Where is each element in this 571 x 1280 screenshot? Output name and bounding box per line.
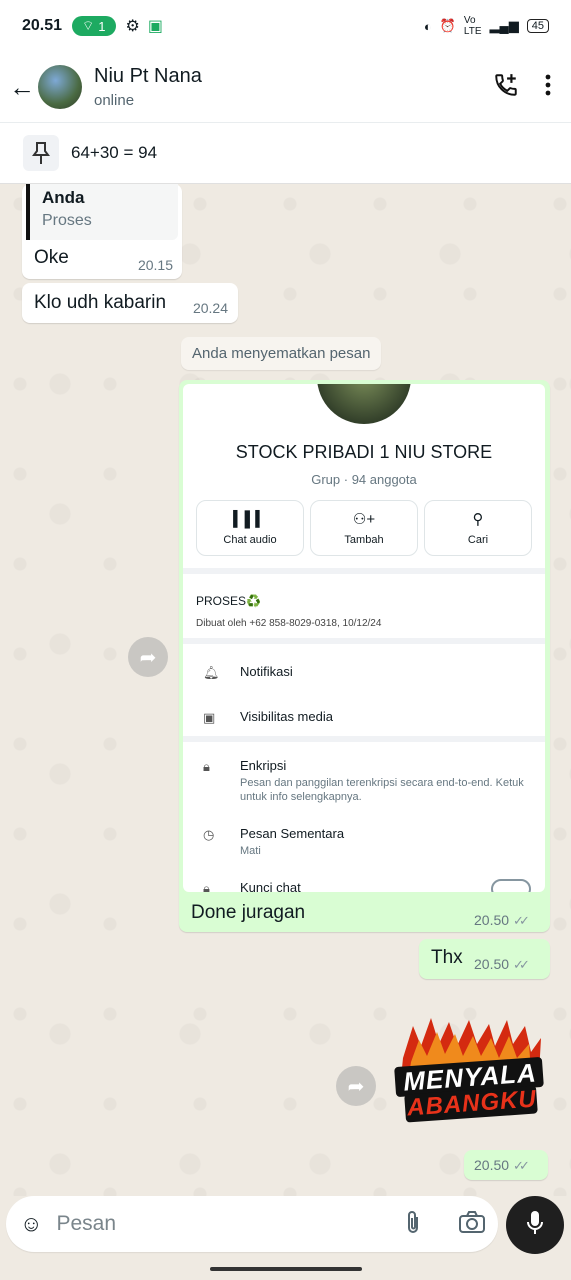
message-time: 20.50 ✓✓ bbox=[474, 912, 530, 929]
row-sublabel: Mati bbox=[240, 845, 261, 857]
row-label: Kunci chat bbox=[240, 880, 301, 892]
time-text: 20.50 bbox=[474, 912, 510, 928]
media-visibility-row: ▣ Visibilitas media bbox=[203, 709, 333, 726]
action-label: Chat audio bbox=[223, 534, 277, 546]
contact-presence: online bbox=[94, 92, 135, 109]
back-arrow-icon[interactable]: ← bbox=[2, 72, 42, 103]
message-text: Klo udh kabarin bbox=[34, 292, 167, 313]
message-time: 20.50 ✓✓ bbox=[474, 1157, 530, 1174]
more-options-icon[interactable] bbox=[545, 74, 551, 101]
row-label: Visibilitas media bbox=[240, 709, 333, 724]
alarm-icon: ⏰ bbox=[439, 18, 456, 33]
contact-avatar[interactable] bbox=[38, 65, 82, 109]
lock-icon: 🔒︎ bbox=[203, 759, 210, 774]
group-name: STOCK PRIBADI 1 NIU STORE bbox=[235, 442, 493, 462]
message-text: Oke bbox=[34, 247, 69, 268]
forward-icon[interactable]: ➦ bbox=[336, 1066, 376, 1106]
message-klo[interactable]: Klo udh kabarin 20.24 bbox=[22, 283, 238, 323]
message-time: 20.24 bbox=[192, 300, 228, 316]
divider bbox=[183, 638, 545, 644]
status-bar: 20.51 ⌔ 1 ⚙ ▣ ◐ ⏰ Vo LTE ▂▄▆ 45 bbox=[0, 0, 571, 52]
pinned-text: 64+30 = 94 bbox=[71, 143, 158, 162]
group-actions: ▍▌▍ Chat audio ⚇+ Tambah ⚲ Cari bbox=[196, 500, 532, 556]
search-action: ⚲ Cari bbox=[424, 500, 532, 556]
message-time: 20.15 bbox=[137, 257, 173, 273]
image-icon: ▣ bbox=[203, 710, 216, 725]
row-sublabel: Pesan dan panggilan terenkripsi secara e… bbox=[240, 777, 524, 803]
reply-quote-text: Proses bbox=[42, 212, 92, 229]
row-label: Pesan Sementara bbox=[240, 826, 345, 841]
home-indicator[interactable] bbox=[210, 1267, 362, 1271]
row-label: Notifikasi bbox=[240, 664, 293, 679]
battery-icon: 45 bbox=[526, 19, 549, 33]
app-notification-icon: ▣ bbox=[147, 18, 163, 35]
bell-icon: 🔔︎ bbox=[203, 665, 220, 680]
contact-name: Niu Pt Nana bbox=[94, 65, 202, 87]
disappearing-messages-row: ◷ Pesan Sementara Mati bbox=[203, 826, 344, 858]
audio-wave-icon: ▍▌▍ bbox=[233, 511, 267, 528]
action-label: Cari bbox=[467, 534, 489, 546]
message-input[interactable]: ☺ Pesan bbox=[6, 1196, 498, 1252]
message-placeholder: Pesan bbox=[56, 1212, 117, 1235]
group-avatar bbox=[317, 384, 411, 424]
hotspot-pill: ⌔ 1 bbox=[72, 16, 116, 36]
pinned-message-bar[interactable]: 64+30 = 94 bbox=[0, 122, 571, 184]
divider bbox=[183, 568, 545, 574]
group-created-by: Dibuat oleh +62 858-8029-0318, 10/12/24 bbox=[196, 618, 382, 629]
chat-header: ← Niu Pt Nana online bbox=[0, 52, 571, 122]
add-call-icon[interactable] bbox=[493, 72, 519, 103]
encryption-row: 🔒︎ Enkripsi Pesan dan panggilan terenkri… bbox=[203, 758, 530, 804]
time-text: 20.50 bbox=[474, 956, 510, 972]
message-text: Thx bbox=[431, 947, 463, 968]
battery-level: 45 bbox=[531, 20, 544, 32]
hotspot-count: 1 bbox=[98, 18, 106, 34]
notifications-row: 🔔︎ Notifikasi bbox=[203, 664, 293, 681]
chat-lock-row: 🔒︎ Kunci chat bbox=[203, 880, 301, 892]
contact-info[interactable]: Niu Pt Nana online bbox=[94, 65, 202, 109]
message-caption: Done juragan bbox=[191, 902, 306, 923]
volte-icon: Vo LTE bbox=[463, 15, 482, 37]
attach-icon[interactable] bbox=[404, 1210, 422, 1242]
group-description: PROSES♻️ bbox=[196, 594, 261, 608]
chat-lock-toggle bbox=[491, 879, 531, 892]
double-check-icon: ✓✓ bbox=[513, 913, 530, 928]
action-label: Tambah bbox=[344, 534, 384, 546]
reply-quote-name: Anda bbox=[42, 188, 85, 207]
row-label: Enkripsi bbox=[240, 758, 287, 773]
camera-icon[interactable] bbox=[458, 1210, 486, 1240]
double-check-icon: ✓✓ bbox=[513, 957, 530, 972]
sticker-menyala-abangku[interactable]: MENYALA ABANGKU bbox=[391, 1018, 547, 1126]
add-person-icon: ⚇+ bbox=[352, 511, 376, 528]
chat-lock-icon: 🔒︎ bbox=[203, 881, 210, 892]
forward-icon[interactable]: ➦ bbox=[128, 637, 168, 677]
message-time: 20.50 ✓✓ bbox=[474, 956, 530, 973]
pin-icon bbox=[23, 135, 59, 171]
screenshot-image[interactable]: STOCK PRIBADI 1 NIU STORE Grup · 94 angg… bbox=[183, 384, 545, 892]
wifi-icon: ⌔ bbox=[82, 18, 95, 33]
search-icon: ⚲ bbox=[472, 511, 484, 528]
timer-icon: ◷ bbox=[203, 827, 215, 842]
settings-gear-icon: ⚙ bbox=[125, 18, 140, 35]
add-member-action: ⚇+ Tambah bbox=[310, 500, 418, 556]
time-text: 20.50 bbox=[474, 1157, 510, 1173]
reply-quote[interactable]: Anda Proses bbox=[26, 184, 178, 240]
group-subtitle: Grup · 94 anggota bbox=[311, 472, 417, 487]
status-icons: ◐ ⏰ Vo LTE ▂▄▆ 45 bbox=[424, 15, 549, 37]
sticker-time-bubble: 20.50 ✓✓ bbox=[464, 1150, 548, 1180]
dnd-icon: ◐ bbox=[423, 18, 432, 34]
system-message: Anda menyematkan pesan bbox=[181, 337, 382, 370]
sticker-emoji-icon[interactable]: ☺ bbox=[20, 1211, 42, 1237]
double-check-icon: ✓✓ bbox=[513, 1158, 530, 1173]
signal-icon: ▂▄▆ bbox=[489, 18, 519, 33]
status-time: 20.51 bbox=[22, 17, 63, 34]
message-thx[interactable]: Thx 20.50 ✓✓ bbox=[419, 939, 550, 979]
message-oke[interactable]: Anda Proses Oke 20.15 bbox=[22, 184, 182, 279]
mic-icon bbox=[526, 1210, 544, 1241]
mic-button[interactable] bbox=[506, 1196, 564, 1254]
chat-area[interactable]: Anda Proses Oke 20.15 Klo udh kabarin 20… bbox=[0, 184, 571, 1196]
divider bbox=[183, 736, 545, 742]
chat-audio-action: ▍▌▍ Chat audio bbox=[196, 500, 304, 556]
